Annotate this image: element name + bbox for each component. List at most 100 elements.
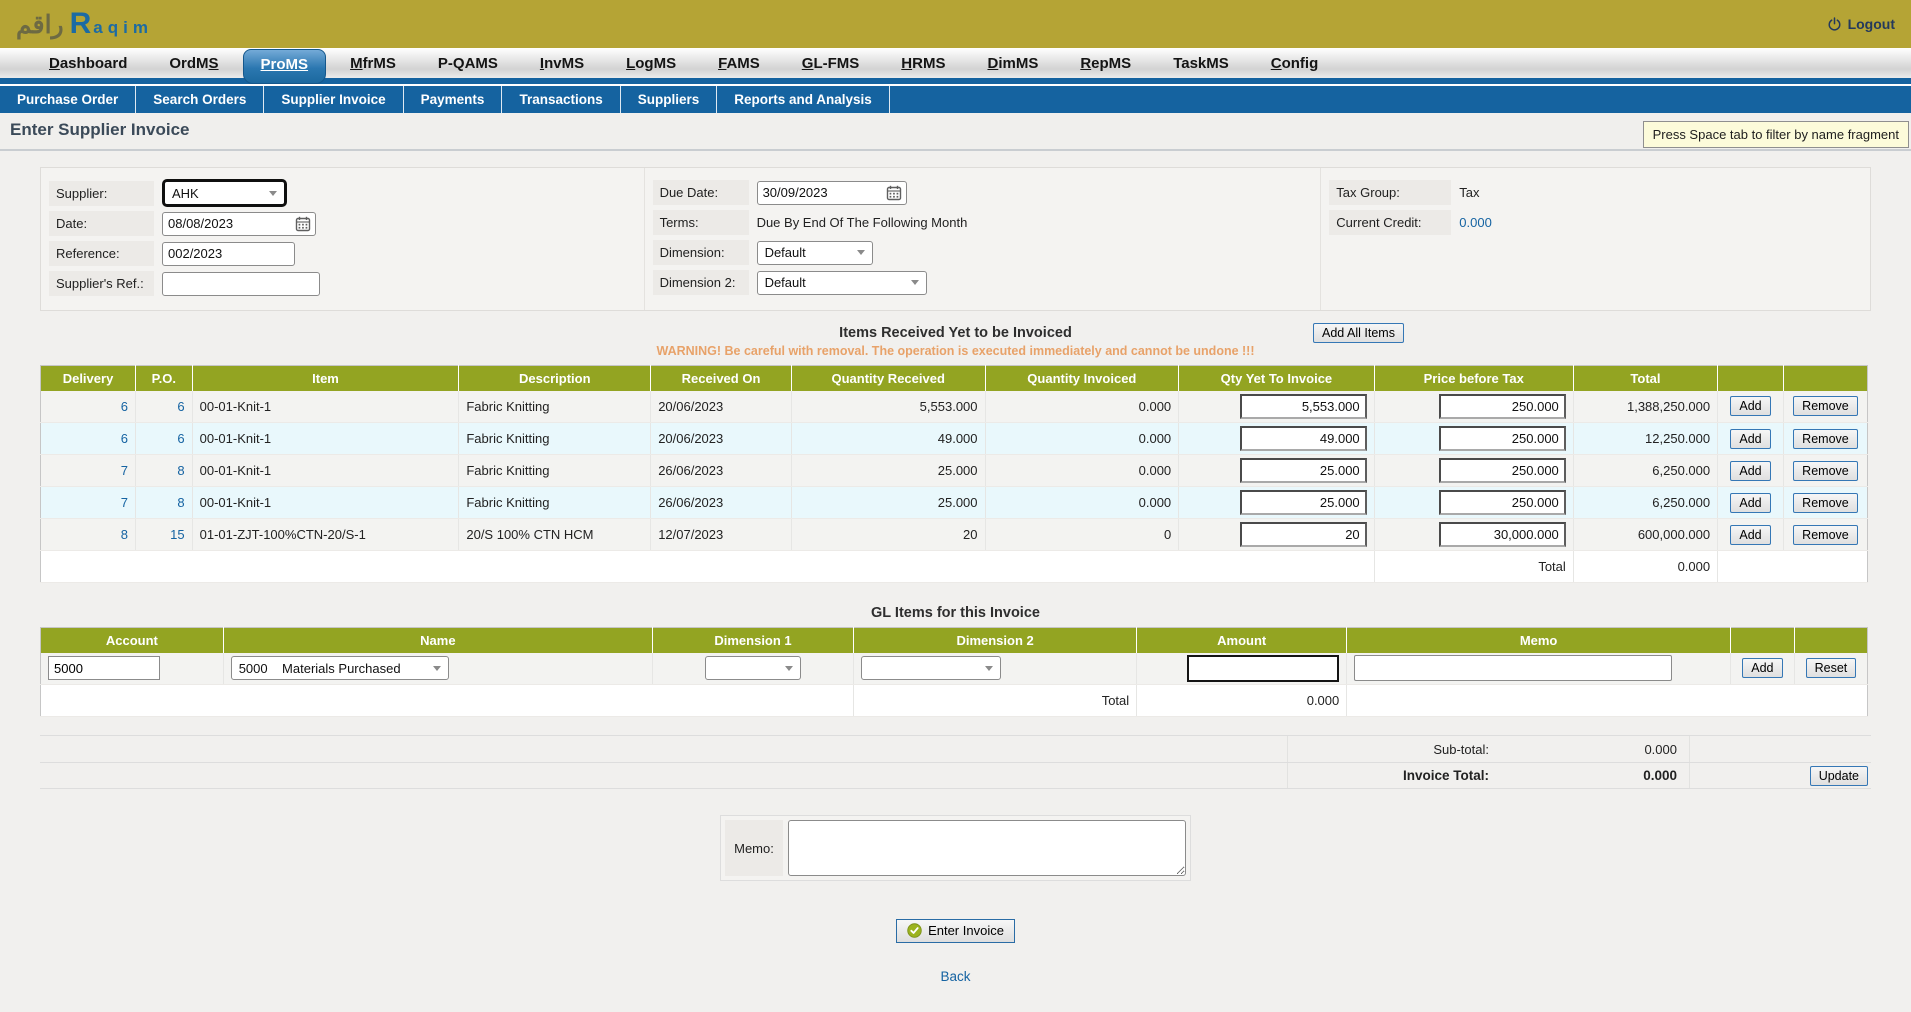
price-before-tax-input[interactable] xyxy=(1439,394,1566,419)
qty-to-invoice-cell xyxy=(1179,391,1374,423)
check-circle-icon xyxy=(907,923,922,938)
nav-tab-fams[interactable]: FAMS xyxy=(697,50,781,77)
gl-memo-input[interactable] xyxy=(1354,655,1672,681)
row-add-button[interactable]: Add xyxy=(1730,396,1770,416)
row-remove-button[interactable]: Remove xyxy=(1793,493,1858,513)
nav-tab-dimms[interactable]: DimMS xyxy=(966,50,1059,77)
gl-account-input[interactable] xyxy=(48,656,160,680)
price-before-tax-input[interactable] xyxy=(1439,522,1566,547)
price-before-tax-input[interactable] xyxy=(1439,458,1566,483)
form-left-column: Supplier: AHK Date: xyxy=(41,168,645,310)
qty-received-cell: 49.000 xyxy=(791,423,985,455)
items-section-header: Items Received Yet to be Invoiced Add Al… xyxy=(0,325,1911,358)
nav-tab-invms[interactable]: InvMS xyxy=(519,50,605,77)
memo-textarea[interactable] xyxy=(788,820,1186,876)
row-remove-button[interactable]: Remove xyxy=(1793,429,1858,449)
enter-invoice-button[interactable]: Enter Invoice xyxy=(896,919,1015,943)
delivery-link[interactable]: 6 xyxy=(121,431,128,446)
dimension2-select[interactable]: Default xyxy=(757,271,927,295)
row-add-button[interactable]: Add xyxy=(1730,525,1770,545)
nav-tab-taskms[interactable]: TaskMS xyxy=(1152,50,1250,77)
po-cell: 6 xyxy=(136,423,193,455)
delivery-link[interactable]: 8 xyxy=(121,527,128,542)
qty-to-invoice-input[interactable] xyxy=(1240,458,1367,483)
logout-button[interactable]: Logout xyxy=(1827,16,1895,32)
raqim-logo: راقم R aqim xyxy=(16,9,153,40)
po-link[interactable]: 8 xyxy=(177,495,184,510)
items-col-total: Total xyxy=(1573,366,1717,391)
gl-total-row: Total 0.000 xyxy=(41,685,1868,717)
qty-to-invoice-input[interactable] xyxy=(1240,522,1367,547)
gl-amount-input[interactable] xyxy=(1187,655,1339,682)
subnav-item-transactions[interactable]: Transactions xyxy=(502,86,620,113)
dimension-select[interactable]: Default xyxy=(757,241,873,265)
row-add-button[interactable]: Add xyxy=(1730,493,1770,513)
nav-tab-config[interactable]: Config xyxy=(1250,50,1340,77)
nav-tab-repms[interactable]: RepMS xyxy=(1059,50,1152,77)
qty-received-cell: 25.000 xyxy=(791,487,985,519)
nav-tab-p-qams[interactable]: P-QAMS xyxy=(417,50,519,77)
price-before-tax-input[interactable] xyxy=(1439,426,1566,451)
date-input[interactable] xyxy=(162,212,316,236)
gl-name-select[interactable]: 5000 Materials Purchased xyxy=(231,656,449,680)
logo-r-glyph: R xyxy=(70,9,92,39)
nav-tab-dashboard[interactable]: Dashboard xyxy=(28,50,148,77)
row-remove-button[interactable]: Remove xyxy=(1793,525,1858,545)
subnav-item-purchase-order[interactable]: Purchase Order xyxy=(0,86,136,113)
po-link[interactable]: 8 xyxy=(177,463,184,478)
subnav-item-payments[interactable]: Payments xyxy=(404,86,503,113)
description-cell: Fabric Knitting xyxy=(459,455,651,487)
row-remove-button[interactable]: Remove xyxy=(1793,396,1858,416)
row-add-button[interactable]: Add xyxy=(1730,429,1770,449)
calendar-icon[interactable] xyxy=(886,185,902,204)
nav-tab-gl-fms[interactable]: GL-FMS xyxy=(781,50,881,77)
page-title: Enter Supplier Invoice xyxy=(10,120,1901,140)
qty-to-invoice-input[interactable] xyxy=(1240,490,1367,515)
delivery-link[interactable]: 7 xyxy=(121,463,128,478)
qty-to-invoice-input[interactable] xyxy=(1240,426,1367,451)
nav-tab-hrms[interactable]: HRMS xyxy=(880,50,966,77)
gl-dimension2-select[interactable] xyxy=(861,656,1001,680)
add-all-items-button[interactable]: Add All Items xyxy=(1313,323,1404,343)
nav-tab-ordms[interactable]: OrdMS xyxy=(148,50,239,77)
suppliers-ref-input[interactable] xyxy=(162,272,320,296)
invoice-header-form: Supplier: AHK Date: xyxy=(40,167,1871,311)
items-col-quantity-invoiced: Quantity Invoiced xyxy=(985,366,1179,391)
qty-invoiced-cell: 0.000 xyxy=(985,487,1179,519)
row-add-button[interactable]: Add xyxy=(1730,461,1770,481)
supplier-select[interactable]: AHK xyxy=(162,179,287,207)
calendar-icon[interactable] xyxy=(295,216,311,235)
price-before-tax-input[interactable] xyxy=(1439,490,1566,515)
po-link[interactable]: 6 xyxy=(177,399,184,414)
delivery-link[interactable]: 6 xyxy=(121,399,128,414)
price-before-tax-cell xyxy=(1374,455,1573,487)
po-link[interactable]: 6 xyxy=(177,431,184,446)
due-date-input[interactable] xyxy=(757,181,907,205)
date-label: Date: xyxy=(49,211,154,236)
nav-tab-logms[interactable]: LogMS xyxy=(605,50,697,77)
gl-reset-button[interactable]: Reset xyxy=(1806,658,1857,678)
top-banner: راقم R aqim Logout xyxy=(0,0,1911,48)
gl-add-button[interactable]: Add xyxy=(1742,658,1782,678)
gl-total-label: Total xyxy=(854,685,1137,717)
back-link[interactable]: Back xyxy=(940,969,970,984)
gl-dimension1-select[interactable] xyxy=(705,656,801,680)
qty-to-invoice-input[interactable] xyxy=(1240,394,1367,419)
nav-tab-proms[interactable]: ProMS xyxy=(243,49,327,84)
subnav-item-search-orders[interactable]: Search Orders xyxy=(136,86,264,113)
reference-input[interactable] xyxy=(162,242,295,266)
po-link[interactable]: 15 xyxy=(170,527,184,542)
gl-col-dimension-1: Dimension 1 xyxy=(653,628,854,653)
current-credit-value[interactable]: 0.000 xyxy=(1451,215,1492,230)
subnav-item-reports-and-analysis[interactable]: Reports and Analysis xyxy=(717,86,890,113)
qty-to-invoice-cell xyxy=(1179,487,1374,519)
row-remove-button[interactable]: Remove xyxy=(1793,461,1858,481)
gl-col-dimension-2: Dimension 2 xyxy=(854,628,1137,653)
item-cell: 00-01-Knit-1 xyxy=(192,455,459,487)
delivery-cell: 7 xyxy=(41,455,136,487)
update-button[interactable]: Update xyxy=(1810,766,1868,786)
nav-tab-mfrms[interactable]: MfrMS xyxy=(329,50,417,77)
delivery-link[interactable]: 7 xyxy=(121,495,128,510)
subnav-item-supplier-invoice[interactable]: Supplier Invoice xyxy=(264,86,403,113)
subnav-item-suppliers[interactable]: Suppliers xyxy=(621,86,718,113)
